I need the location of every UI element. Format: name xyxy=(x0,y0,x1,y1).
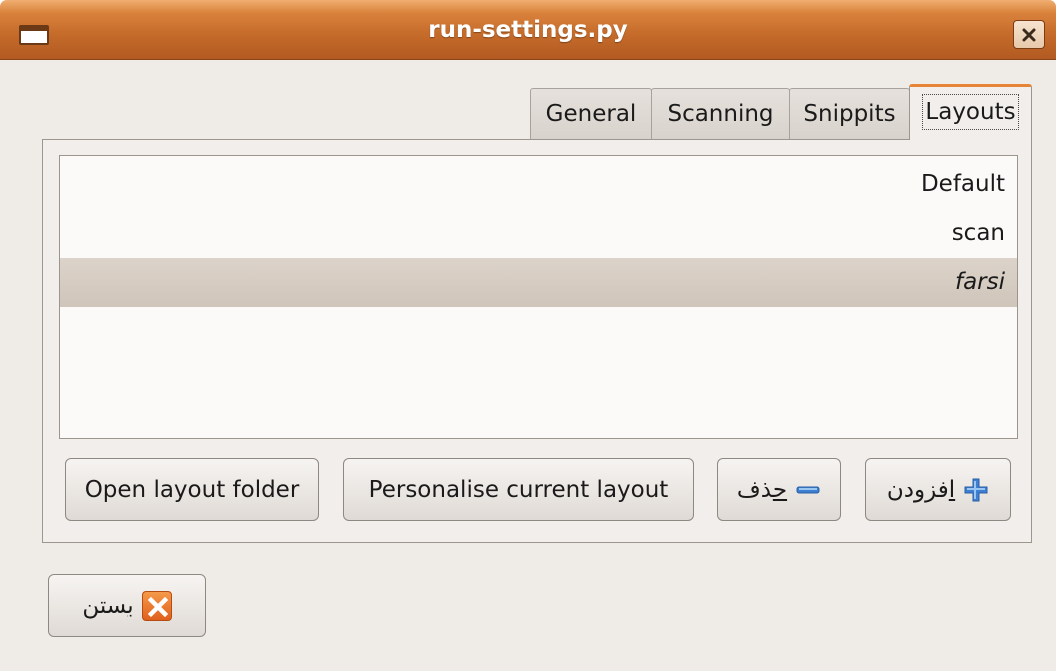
tab-snippits[interactable]: Snippits xyxy=(789,88,910,140)
tab-general-label: General xyxy=(545,101,637,127)
open-layout-folder-button[interactable]: Open layout folder xyxy=(65,458,319,521)
tab-snippits-label: Snippits xyxy=(803,101,896,127)
close-x-icon xyxy=(141,590,172,621)
add-mnemonic: ا xyxy=(948,476,956,503)
remove-layout-label: حذف xyxy=(737,477,787,503)
open-layout-folder-label: Open layout folder xyxy=(84,476,300,503)
list-item-default[interactable]: Default xyxy=(60,160,1017,209)
list-item-farsi[interactable]: farsi xyxy=(60,258,1017,307)
window-close-icon xyxy=(1022,28,1036,42)
minus-icon xyxy=(796,486,820,493)
title-bar[interactable]: run-settings.py xyxy=(0,0,1056,60)
remove-layout-button[interactable]: حذف xyxy=(717,458,841,521)
layouts-page: Default scan farsi Open layout folder Pe… xyxy=(42,139,1032,543)
close-label-rest: ستن xyxy=(82,592,128,619)
tab-layouts-label: Layouts xyxy=(922,94,1019,130)
settings-window: run-settings.py General Scanning Snippit… xyxy=(0,0,1056,671)
tab-general[interactable]: General xyxy=(530,88,652,140)
add-layout-button[interactable]: افزودن xyxy=(865,458,1011,521)
layouts-list[interactable]: Default scan farsi xyxy=(59,155,1018,439)
window-title: run-settings.py xyxy=(428,17,628,43)
window-close-button[interactable] xyxy=(1013,20,1045,49)
close-button[interactable]: بستن xyxy=(48,574,206,637)
personalise-layout-button[interactable]: Personalise current layout xyxy=(343,458,694,521)
list-item-scan[interactable]: scan xyxy=(60,209,1017,258)
close-mnemonic: ب xyxy=(127,592,134,619)
add-label-rest: فزودن xyxy=(886,476,949,503)
personalise-layout-label: Personalise current layout xyxy=(368,476,669,503)
close-button-label: بستن xyxy=(82,593,133,619)
tab-scanning-label: Scanning xyxy=(667,101,774,127)
tab-scanning[interactable]: Scanning xyxy=(651,88,790,140)
remove-mnemonic: ح xyxy=(772,476,788,503)
plus-icon xyxy=(964,478,988,501)
tab-layouts[interactable]: Layouts xyxy=(909,84,1032,140)
add-layout-label: افزودن xyxy=(887,477,955,503)
remove-label-rest: ذف xyxy=(736,476,773,503)
